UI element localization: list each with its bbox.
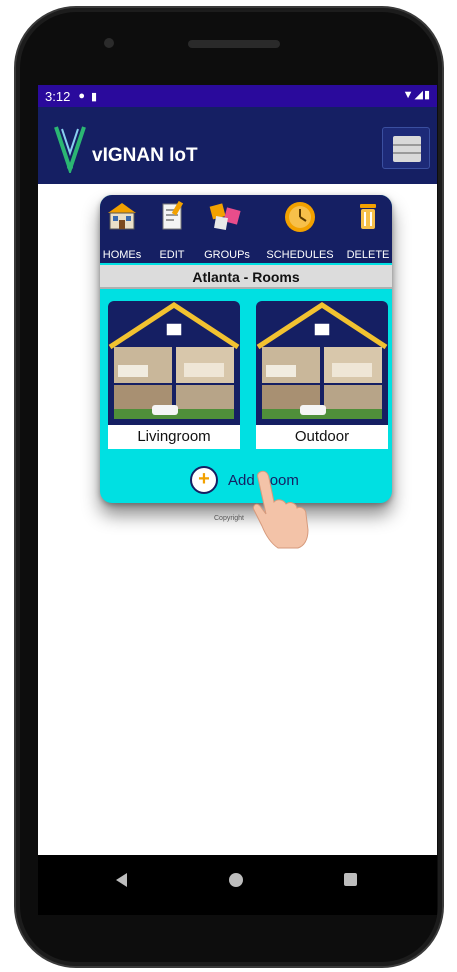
status-time: 3:12	[45, 88, 71, 104]
earpiece-speaker	[188, 40, 280, 48]
toolbar-schedules-label: SCHEDULES	[266, 249, 334, 261]
signal-battery-icon: ▼◢▮	[402, 89, 431, 101]
house-photo-icon	[108, 302, 240, 419]
toolbar-schedules[interactable]: SCHEDULES	[262, 199, 338, 263]
room-image	[108, 301, 240, 425]
room-card-livingroom[interactable]: Livingroom	[108, 301, 240, 449]
toolbar-delete-label: DELETE	[346, 249, 390, 261]
sim-icon: ▮	[90, 90, 98, 103]
rooms-header: Atlanta - Rooms	[100, 265, 392, 289]
home-icon[interactable]	[229, 873, 243, 887]
room-card-outdoor[interactable]: Outdoor	[256, 301, 388, 449]
recent-apps-icon[interactable]	[344, 873, 357, 886]
status-bar: 3:12 ● ▮ ▼◢▮	[38, 85, 437, 107]
pointing-hand-icon	[253, 470, 309, 549]
trash-icon	[360, 204, 376, 229]
back-icon[interactable]	[116, 873, 127, 887]
edit-icon	[162, 201, 183, 230]
toolbar-groups[interactable]: GROUPs	[200, 199, 254, 263]
puzzle-icon	[209, 203, 241, 230]
toolbar-homes-label: HOMEs	[102, 249, 142, 261]
house-icon	[108, 203, 136, 230]
toolbar-edit[interactable]: EDIT	[152, 199, 192, 263]
toolbar-edit-label: EDIT	[159, 249, 185, 261]
notification-icon: ●	[78, 90, 85, 102]
app-bar: vIGNAN IoT	[38, 107, 437, 184]
app-logo-icon	[54, 126, 86, 173]
clock-icon	[285, 202, 315, 232]
hamburger-icon	[393, 136, 421, 162]
app-title: vIGNAN IoT	[92, 145, 198, 166]
room-name: Livingroom	[108, 425, 240, 449]
front-camera	[104, 38, 114, 48]
toolbar-delete[interactable]: DELETE	[344, 199, 392, 263]
rooms-panel: HOMEs EDIT GROUPs SCHEDULES DELETE Atlan…	[100, 195, 392, 503]
room-image	[256, 301, 388, 425]
house-photo-icon	[256, 302, 388, 419]
menu-button[interactable]	[382, 127, 430, 169]
add-icon: +	[190, 466, 218, 494]
system-nav-bar	[38, 855, 437, 915]
screen: 3:12 ● ▮ ▼◢▮ vIGNAN IoT HOMEs EDIT GROUP…	[38, 85, 437, 855]
toolbar-homes[interactable]: HOMEs	[100, 199, 144, 263]
toolbar-groups-label: GROUPs	[204, 249, 250, 261]
toolbar: HOMEs EDIT GROUPs SCHEDULES DELETE	[100, 195, 392, 263]
room-name: Outdoor	[256, 425, 388, 449]
copyright-text: Copyright	[214, 515, 244, 522]
